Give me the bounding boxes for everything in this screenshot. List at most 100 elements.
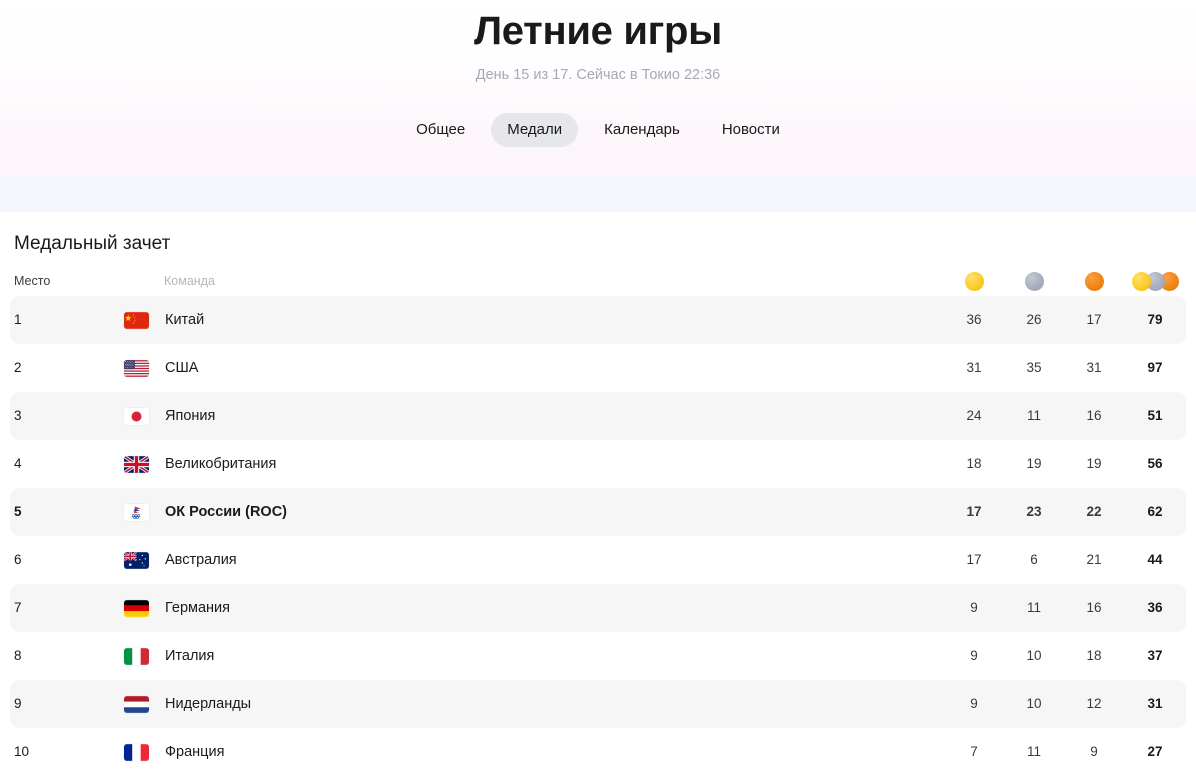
column-header-gold[interactable]: [944, 271, 1004, 291]
bronze-value: 16: [1086, 600, 1102, 615]
bronze-value: 16: [1086, 408, 1102, 423]
cell-rank: 1: [14, 311, 72, 329]
silver-value: 23: [1026, 504, 1042, 519]
table-row[interactable]: 2 США 31 35 31 97: [10, 344, 1186, 392]
cell-bronze: 9: [1064, 743, 1124, 761]
cell-bronze: 21: [1064, 551, 1124, 569]
bronze-value: 21: [1086, 552, 1102, 567]
cell-silver: 11: [1004, 743, 1064, 761]
page-title: Летние игры: [473, 9, 723, 53]
cell-team: Австралия: [72, 551, 944, 569]
cell-rank: 6: [14, 551, 72, 569]
gold-value: 36: [966, 312, 982, 327]
cell-gold: 17: [944, 551, 1004, 569]
gold-medal-icon: [964, 271, 984, 291]
cell-rank: 2: [14, 359, 72, 377]
table-row[interactable]: 8 Италия 9 10 18 37: [10, 632, 1186, 680]
rank-value: 5: [14, 504, 22, 519]
gold-value: 18: [966, 456, 982, 471]
silver-value: 11: [1026, 408, 1041, 423]
table-row[interactable]: 4 Великобритания 18 19 19 56: [10, 440, 1186, 488]
rank-value: 8: [14, 648, 22, 663]
cell-total: 79: [1124, 311, 1186, 329]
silver-value: 10: [1026, 648, 1042, 663]
cell-total: 56: [1124, 455, 1186, 473]
cell-silver: 35: [1004, 359, 1064, 377]
total-value: 79: [1147, 312, 1163, 327]
tab-0[interactable]: Общее: [400, 113, 481, 147]
total-value: 27: [1147, 744, 1163, 759]
total-value: 44: [1147, 552, 1163, 567]
medal-standings-table: Место Команда 1 Китай 36 26 17 79 2 США …: [10, 266, 1186, 776]
cell-rank: 5: [14, 503, 72, 521]
cell-rank: 3: [14, 407, 72, 425]
rank-value: 7: [14, 600, 22, 615]
silver-value: 6: [1030, 552, 1038, 567]
bronze-value: 22: [1086, 504, 1102, 519]
team-name: Великобритания: [165, 456, 277, 472]
cell-team: Нидерланды: [72, 695, 944, 713]
gold-value: 7: [970, 744, 978, 759]
flag-icon-jp: [124, 407, 149, 425]
all-medals-icon: [1131, 271, 1179, 291]
cell-silver: 19: [1004, 455, 1064, 473]
cell-team: ОК России (ROC): [72, 503, 944, 521]
silver-value: 19: [1026, 456, 1042, 471]
table-body: 1 Китай 36 26 17 79 2 США 31 35 31 97 3 Япония 24 11 16 5…: [10, 296, 1186, 776]
column-header-team[interactable]: Команда: [72, 274, 944, 288]
cell-bronze: 17: [1064, 311, 1124, 329]
table-header-row: Место Команда: [10, 266, 1186, 296]
gold-value: 24: [966, 408, 982, 423]
page-subtitle: День 15 из 17. Сейчас в Токио 22:36: [475, 67, 721, 83]
cell-rank: 4: [14, 455, 72, 473]
cell-gold: 24: [944, 407, 1004, 425]
cell-rank: 7: [14, 599, 72, 617]
cell-bronze: 16: [1064, 407, 1124, 425]
cell-total: 27: [1124, 743, 1186, 761]
gold-value: 17: [966, 552, 982, 567]
total-value: 51: [1147, 408, 1163, 423]
cell-gold: 9: [944, 647, 1004, 665]
bronze-medal-icon: [1084, 271, 1104, 291]
flag-icon-us: [124, 359, 149, 377]
column-header-bronze[interactable]: [1064, 271, 1124, 291]
cell-silver: 10: [1004, 647, 1064, 665]
table-row[interactable]: 9 Нидерланды 9 10 12 31: [10, 680, 1186, 728]
silver-value: 10: [1026, 696, 1042, 711]
team-name: Япония: [165, 408, 216, 424]
total-value: 56: [1147, 456, 1163, 471]
table-row[interactable]: 5 ОК России (ROC) 17 23 22 62: [10, 488, 1186, 536]
rank-value: 3: [14, 408, 22, 423]
column-header-total[interactable]: [1124, 271, 1186, 291]
cell-bronze: 16: [1064, 599, 1124, 617]
cell-gold: 31: [944, 359, 1004, 377]
flag-icon-gb: [124, 455, 149, 473]
cell-bronze: 19: [1064, 455, 1124, 473]
cell-silver: 6: [1004, 551, 1064, 569]
cell-total: 31: [1124, 695, 1186, 713]
cell-total: 37: [1124, 647, 1186, 665]
cell-bronze: 18: [1064, 647, 1124, 665]
cell-total: 62: [1124, 503, 1186, 521]
table-row[interactable]: 7 Германия 9 11 16 36: [10, 584, 1186, 632]
table-row[interactable]: 1 Китай 36 26 17 79: [10, 296, 1186, 344]
cell-team: Великобритания: [72, 455, 944, 473]
flag-icon-au: [124, 551, 149, 569]
total-value: 37: [1147, 648, 1163, 663]
header-accent-band: [0, 175, 1196, 212]
table-row[interactable]: 3 Япония 24 11 16 51: [10, 392, 1186, 440]
rank-value: 4: [14, 456, 22, 471]
column-header-rank[interactable]: Место: [14, 272, 72, 290]
cell-total: 51: [1124, 407, 1186, 425]
tab-1[interactable]: Медали: [491, 113, 579, 147]
cell-team: Германия: [72, 599, 944, 617]
bronze-value: 19: [1086, 456, 1102, 471]
cell-bronze: 12: [1064, 695, 1124, 713]
gold-medal-icon: [1131, 271, 1151, 291]
cell-total: 97: [1124, 359, 1186, 377]
table-row[interactable]: 6 Австралия 17 6 21 44: [10, 536, 1186, 584]
column-header-silver[interactable]: [1004, 271, 1064, 291]
table-row[interactable]: 10 Франция 7 11 9 27: [10, 728, 1186, 776]
tab-2[interactable]: Календарь: [588, 113, 696, 147]
tab-3[interactable]: Новости: [706, 113, 796, 147]
